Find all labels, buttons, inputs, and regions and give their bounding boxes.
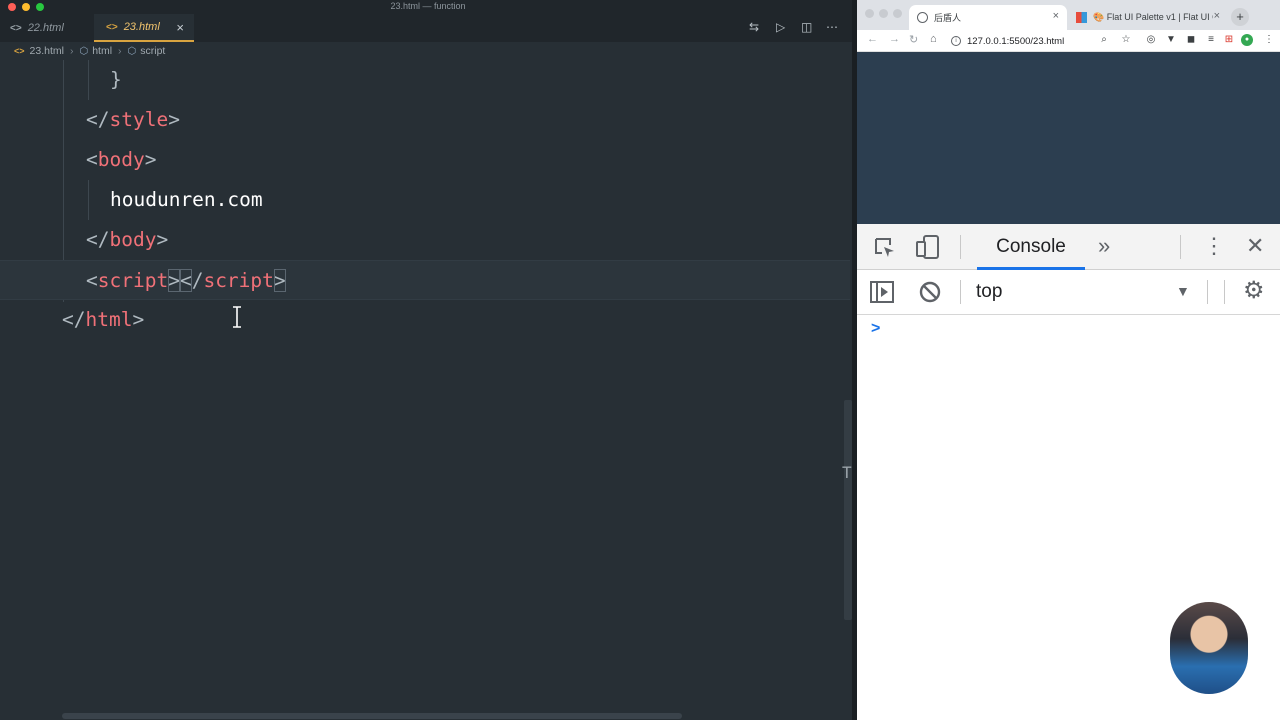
minimap: T xyxy=(842,463,852,482)
tab-label: 22.html xyxy=(27,22,64,34)
forward-icon[interactable]: → xyxy=(889,33,900,45)
devtools-menu-icon[interactable]: ⋮ xyxy=(1203,234,1225,258)
code-line: houdunren.com xyxy=(110,188,263,211)
html-file-icon: <> xyxy=(10,22,22,34)
context-selector[interactable]: top xyxy=(976,281,1002,303)
address-bar[interactable]: i 127.0.0.1:5500/23.html xyxy=(951,32,1141,50)
toolbar-separator xyxy=(1224,280,1225,304)
close-tab-icon[interactable]: × xyxy=(1214,10,1220,22)
breadcrumb-separator: › xyxy=(69,45,74,57)
html-file-icon: <> xyxy=(106,21,118,33)
browser-tab-houdunren[interactable]: 后盾人 × xyxy=(909,5,1067,30)
minimize-window-icon[interactable] xyxy=(879,9,888,18)
editor-titlebar: 23.html — function xyxy=(0,0,856,14)
html-file-icon: <> xyxy=(14,46,25,56)
breadcrumb-file[interactable]: 23.html xyxy=(30,45,64,57)
breadcrumb-separator: › xyxy=(118,45,122,57)
flatui-favicon-icon xyxy=(1076,12,1087,23)
element-icon: ⬡ xyxy=(127,45,137,57)
close-tab-icon[interactable]: × xyxy=(176,20,184,35)
console-toolbar: top ▼ ⚙ xyxy=(857,270,1280,315)
horizontal-scrollbar[interactable] xyxy=(62,713,682,719)
toolbar-separator xyxy=(1180,235,1181,259)
close-window-icon[interactable] xyxy=(865,9,874,18)
code-line: } xyxy=(110,68,122,91)
vue-devtools-icon[interactable]: ▼ xyxy=(1165,34,1177,46)
browser-tab-label: 🎨 Flat UI Palette v1 | Flat UI Co xyxy=(1093,12,1213,22)
extension-icon[interactable]: ◼ xyxy=(1185,34,1197,46)
browser-menu-icon[interactable]: ⋮ xyxy=(1263,34,1275,46)
show-sidebar-icon[interactable] xyxy=(869,280,895,304)
close-tab-icon[interactable]: × xyxy=(1053,10,1059,22)
vertical-scrollbar[interactable] xyxy=(844,400,852,620)
tab-console[interactable]: Console xyxy=(977,224,1085,270)
code-line-active: <script></script> xyxy=(0,260,850,300)
tab-label: 23.html xyxy=(123,21,160,33)
toolbar-separator xyxy=(960,280,961,304)
split-editor-icon[interactable]: ◫ xyxy=(801,20,812,34)
extension-icon[interactable]: ≡ xyxy=(1205,34,1217,46)
run-icon[interactable]: ▷ xyxy=(776,20,785,34)
devtools-tabbar: Console » ⋮ ✕ xyxy=(857,224,1280,270)
toolbar-separator xyxy=(960,235,961,259)
profile-avatar-icon[interactable]: ● xyxy=(1241,34,1253,46)
toolbar-separator xyxy=(1207,280,1208,304)
clear-console-icon[interactable] xyxy=(918,280,942,304)
text-cursor-icon xyxy=(233,306,241,328)
globe-icon xyxy=(917,12,928,23)
element-icon: ⬡ xyxy=(79,45,89,57)
close-devtools-icon[interactable]: ✕ xyxy=(1246,234,1264,258)
gear-icon[interactable]: ⚙ xyxy=(1243,279,1265,303)
code-line: <body> xyxy=(86,148,157,171)
web-page-viewport[interactable] xyxy=(857,52,1280,224)
back-icon[interactable]: ← xyxy=(867,33,878,45)
bookmark-star-icon[interactable]: ☆ xyxy=(1120,34,1132,46)
code-area[interactable]: } </style> <body> houdunren.com </body> … xyxy=(0,60,850,715)
info-icon[interactable]: i xyxy=(951,36,961,46)
search-icon[interactable]: ⌕ xyxy=(1098,34,1110,46)
chevron-down-icon[interactable]: ▼ xyxy=(1176,283,1190,299)
reload-icon[interactable]: ↻ xyxy=(909,33,918,46)
compare-changes-icon[interactable]: ⇆ xyxy=(749,20,759,34)
console-prompt[interactable]: > xyxy=(871,320,880,338)
tab-22-html[interactable]: <> 22.html xyxy=(0,14,94,42)
maximize-window-icon[interactable] xyxy=(893,9,902,18)
tab-23-html[interactable]: <> 23.html × xyxy=(94,14,194,42)
more-actions-icon[interactable]: ⋯ xyxy=(826,20,838,34)
browser-tab-flatui[interactable]: 🎨 Flat UI Palette v1 | Flat UI Co × xyxy=(1070,5,1228,30)
code-line: </style> xyxy=(86,108,180,131)
window-title: 23.html — function xyxy=(390,1,466,11)
url-text: 127.0.0.1:5500/23.html xyxy=(967,35,1065,47)
inspect-element-icon[interactable] xyxy=(873,236,897,260)
breadcrumb-script[interactable]: script xyxy=(140,45,165,57)
presenter-webcam xyxy=(1170,602,1248,694)
new-tab-button[interactable]: + xyxy=(1231,8,1249,26)
breadcrumb: <> 23.html › ⬡ html › ⬡ script xyxy=(0,42,856,60)
code-line: </html> xyxy=(62,308,145,331)
home-icon[interactable]: ⌂ xyxy=(930,33,937,45)
code-editor: 23.html — function <> 22.html <> 23.html… xyxy=(0,0,856,720)
extension-icon[interactable]: ◎ xyxy=(1145,34,1157,46)
browser-tabstrip: 后盾人 × 🎨 Flat UI Palette v1 | Flat UI Co … xyxy=(857,0,1280,30)
code-line: </body> xyxy=(86,228,169,251)
extension-icon[interactable]: ⊞ xyxy=(1223,34,1235,46)
more-tabs-icon[interactable]: » xyxy=(1098,234,1110,258)
browser-toolbar: ← → ↻ ⌂ i 127.0.0.1:5500/23.html ⌕ ☆ ◎ ▼… xyxy=(857,30,1280,52)
browser-tab-label: 后盾人 xyxy=(934,13,962,23)
device-toolbar-icon[interactable] xyxy=(915,234,941,260)
breadcrumb-html[interactable]: html xyxy=(92,45,112,57)
editor-tabbar: <> 22.html <> 23.html × ⇆ ▷ ◫ ⋯ xyxy=(0,14,856,42)
